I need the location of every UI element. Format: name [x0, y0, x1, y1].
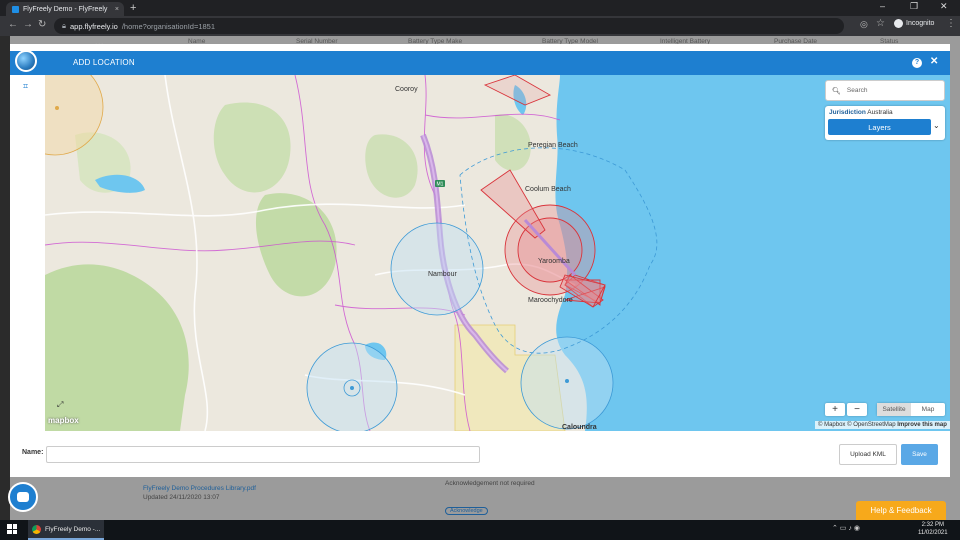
eye-off-icon[interactable]: ◎: [860, 19, 868, 30]
acknowledgement-status: Acknowledgement not required: [445, 480, 535, 487]
dialog-side-strip: [10, 75, 45, 431]
place-label: Cooroy: [395, 86, 418, 93]
place-label: Caloundra: [562, 424, 597, 431]
chevron-down-icon[interactable]: ⌄: [933, 121, 940, 130]
forest-area: [213, 102, 291, 193]
forest-area: [495, 114, 531, 171]
url-field[interactable]: 🔒︎ app.flyfreely.io/home?organisationId=…: [54, 18, 844, 34]
incognito-indicator[interactable]: Incognito: [894, 19, 934, 28]
improve-map-link[interactable]: Improve this map: [897, 422, 947, 428]
document-updated: Updated 24/11/2020 13:07: [143, 494, 220, 501]
upload-kml-button[interactable]: Upload KML: [839, 444, 897, 465]
highway-shield-label: M1: [437, 182, 444, 188]
minimize-button[interactable]: –: [880, 1, 885, 11]
forest-area: [45, 264, 189, 431]
name-label: Name:: [22, 449, 44, 456]
fullscreen-icon[interactable]: ⤢: [57, 400, 63, 410]
new-tab-button[interactable]: +: [130, 2, 136, 14]
forest-area: [365, 134, 418, 198]
layers-button[interactable]: Layers: [828, 119, 931, 135]
jurisdiction-value: Australia: [867, 109, 893, 116]
close-icon[interactable]: ✕: [930, 56, 938, 67]
clock-time: 2:32 PM: [921, 522, 944, 528]
place-label: Maroochydore: [528, 297, 573, 304]
windows-taskbar: [0, 520, 960, 540]
url-host: app.flyfreely.io: [70, 21, 118, 31]
browser-tab[interactable]: FlyFreely Demo - FlyFreely ×: [6, 2, 124, 16]
search-placeholder: Search: [846, 87, 868, 94]
system-tray-icons[interactable]: ⌃ ▭ ♪ ◉: [832, 524, 860, 532]
taskbar-clock[interactable]: 2:32 PM 11/02/2021: [918, 521, 948, 537]
incognito-label: Incognito: [906, 20, 935, 27]
dialog-header: [10, 51, 950, 75]
document-link: FlyFreely Demo Procedures Library.pdf: [143, 485, 256, 492]
attribution-text: © Mapbox © OpenStreetMap: [818, 422, 896, 428]
maximize-button[interactable]: ❐: [910, 1, 918, 12]
help-feedback-button[interactable]: Help & Feedback: [856, 501, 946, 520]
dialog-title: ADD LOCATION: [73, 58, 135, 67]
map-attribution: © Mapbox © OpenStreetMap Improve this ma…: [815, 421, 950, 429]
zoom-in-button[interactable]: +: [825, 403, 845, 416]
background-sidebar: [0, 36, 10, 520]
map-tools-icon[interactable]: ⌗: [23, 81, 28, 92]
back-arrow-icon[interactable]: ←: [8, 19, 18, 30]
url-path: /home?organisationId=1851: [121, 21, 216, 31]
taskbar-chrome-app[interactable]: FlyFreely Demo -...: [28, 520, 104, 540]
search-icon: 🔍︎: [832, 87, 841, 95]
windows-start-icon[interactable]: [7, 524, 17, 534]
map-option[interactable]: Map: [911, 403, 945, 416]
satellite-option[interactable]: Satellite: [877, 403, 911, 416]
reload-icon[interactable]: ↻: [38, 19, 46, 30]
star-icon[interactable]: ☆: [876, 18, 885, 29]
clock-date: 11/02/2021: [918, 530, 948, 536]
forest-area: [255, 193, 337, 297]
jurisdiction-label: Jurisdiction: [829, 109, 866, 116]
map-render: M1 Cooroy Peregian Beach Coolum Beach Na…: [45, 75, 950, 431]
place-label: Yaroomba: [538, 258, 570, 265]
map-type-toggle: Satellite Map: [877, 403, 945, 416]
window-close-button[interactable]: ✕: [940, 1, 948, 12]
mapbox-logo[interactable]: mapbox: [48, 416, 79, 425]
chat-icon[interactable]: [8, 482, 38, 512]
lock-icon: 🔒︎: [62, 21, 66, 30]
map-search-input[interactable]: 🔍︎ Search: [825, 80, 945, 101]
taskbar-app-label: FlyFreely Demo -...: [45, 525, 101, 533]
browser-tab-bar: [0, 0, 960, 16]
map-canvas[interactable]: M1 Cooroy Peregian Beach Coolum Beach Na…: [45, 75, 950, 431]
jurisdiction-text: Jurisdiction Australia: [829, 109, 893, 116]
acknowledge-badge: Acknowledge: [445, 507, 488, 515]
tab-title: FlyFreely Demo - FlyFreely: [23, 5, 108, 13]
help-icon[interactable]: ?: [912, 58, 922, 68]
chat-bubble-icon: [17, 492, 29, 502]
browser-menu-icon[interactable]: ⋮: [946, 18, 956, 29]
forward-arrow-icon[interactable]: →: [23, 19, 33, 30]
flyfreely-logo-icon: [15, 50, 37, 72]
chrome-icon: [32, 524, 41, 534]
zoom-out-button[interactable]: −: [847, 403, 867, 416]
save-button[interactable]: Save: [901, 444, 938, 465]
incognito-icon: [894, 19, 903, 28]
place-label: Peregian Beach: [528, 142, 578, 149]
tab-close-icon[interactable]: ×: [115, 6, 119, 13]
place-label: Coolum Beach: [525, 186, 571, 193]
flyfreely-favicon-icon: [12, 5, 19, 13]
name-field[interactable]: [46, 446, 480, 463]
place-label: Nambour: [428, 271, 457, 278]
